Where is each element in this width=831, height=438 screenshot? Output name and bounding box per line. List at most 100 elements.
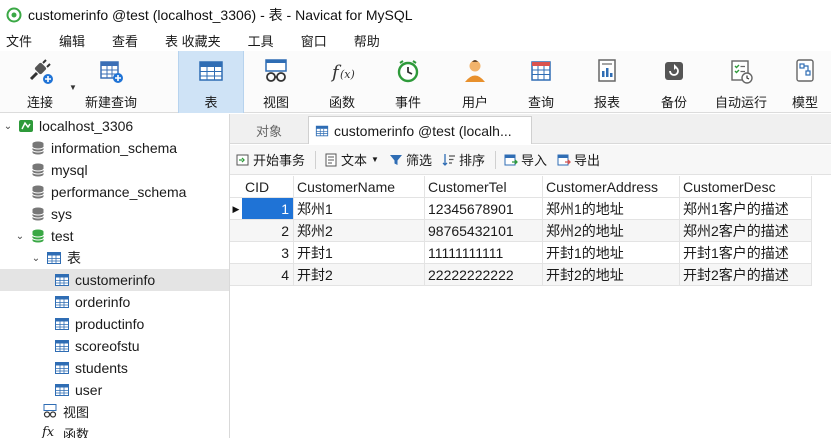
table-icon bbox=[55, 384, 69, 396]
mysql-connection-icon bbox=[19, 120, 33, 132]
tree-table-label: productinfo bbox=[75, 316, 145, 332]
view-button[interactable]: 视图 bbox=[246, 51, 306, 113]
cell-customeraddress[interactable]: 开封2的地址 bbox=[543, 264, 680, 286]
tree-table-productinfo[interactable]: productinfo bbox=[0, 313, 229, 335]
tree-db-label: information_schema bbox=[51, 140, 178, 156]
grid-header-row: CID CustomerName CustomerTel CustomerAdd… bbox=[230, 176, 812, 198]
new-query-button[interactable]: 新建查询 bbox=[78, 51, 144, 113]
cell-customertel[interactable]: 22222222222 bbox=[425, 264, 543, 286]
cell-customerdesc[interactable]: 开封2客户的描述 bbox=[680, 264, 812, 286]
menu-window[interactable]: 窗口 bbox=[301, 31, 327, 50]
tree-table-label: customerinfo bbox=[75, 272, 156, 288]
model-label: 模型 bbox=[791, 95, 818, 110]
cell-customertel[interactable]: 11111111111 bbox=[425, 242, 543, 264]
cell-customername[interactable]: 郑州1 bbox=[294, 198, 425, 220]
filter-button[interactable]: 筛选 bbox=[389, 150, 432, 169]
export-button[interactable]: 导出 bbox=[557, 150, 600, 169]
cell-cid[interactable]: 3 bbox=[242, 242, 294, 264]
cell-cid[interactable]: 2 bbox=[242, 220, 294, 242]
expand-chevron-icon[interactable]: ⌄ bbox=[14, 231, 26, 242]
expand-chevron-icon[interactable]: ⌄ bbox=[30, 253, 42, 264]
column-header-customertel[interactable]: CustomerTel bbox=[425, 176, 543, 198]
menu-favorites[interactable]: 表 收藏夹 bbox=[165, 31, 221, 50]
begin-transaction-button[interactable]: 开始事务 bbox=[236, 150, 305, 169]
expand-chevron-icon[interactable]: ⌄ bbox=[2, 121, 14, 132]
table-icon bbox=[315, 125, 329, 136]
column-header-customeraddress[interactable]: CustomerAddress bbox=[543, 176, 680, 198]
function-button[interactable]: f (x) 函数 bbox=[312, 51, 372, 113]
table-label: 表 bbox=[204, 95, 218, 110]
model-button[interactable]: 模型 bbox=[780, 51, 830, 113]
tree-table-customerinfo[interactable]: customerinfo bbox=[0, 269, 229, 291]
tree-table-user[interactable]: user bbox=[0, 379, 229, 401]
tree-table-orderinfo[interactable]: orderinfo bbox=[0, 291, 229, 313]
sort-button[interactable]: 排序 bbox=[442, 150, 485, 169]
cell-customerdesc[interactable]: 郑州2客户的描述 bbox=[680, 220, 812, 242]
cell-customertel[interactable]: 12345678901 bbox=[425, 198, 543, 220]
tree-tables-group[interactable]: ⌄ 表 bbox=[0, 247, 229, 269]
toolbar-divider bbox=[494, 150, 496, 169]
tree-table-label: students bbox=[75, 360, 128, 376]
table-row[interactable]: ▶ 1 郑州1 12345678901 郑州1的地址 郑州1客户的描述 bbox=[230, 198, 812, 220]
cell-customerdesc[interactable]: 开封1客户的描述 bbox=[680, 242, 812, 264]
tree-db-mysql[interactable]: mysql bbox=[0, 159, 229, 181]
export-table-icon bbox=[557, 154, 571, 165]
schedule-icon bbox=[731, 60, 753, 84]
column-header-cid[interactable]: CID bbox=[242, 176, 294, 198]
tree-functions-group[interactable]: fx 函数 bbox=[0, 422, 229, 438]
tab-customerinfo[interactable]: customerinfo @test (localh... bbox=[308, 116, 532, 144]
tree-views-group[interactable]: 视图 bbox=[0, 400, 229, 422]
table-icon bbox=[55, 318, 69, 330]
tree-views-label: 视图 bbox=[63, 404, 90, 420]
tree-db-label: mysql bbox=[51, 162, 88, 178]
backup-button[interactable]: 备份 bbox=[644, 51, 704, 113]
tree-db-label: test bbox=[51, 228, 74, 244]
auto-run-button[interactable]: 自动运行 bbox=[706, 51, 776, 113]
report-button[interactable]: 报表 bbox=[576, 51, 638, 113]
cell-customername[interactable]: 开封1 bbox=[294, 242, 425, 264]
table-toolbar: 开始事务 文本 ▼ 筛选 排序 导入 导出 bbox=[230, 145, 831, 175]
text-button[interactable]: 文本 ▼ bbox=[324, 150, 379, 169]
column-header-customerdesc[interactable]: CustomerDesc bbox=[680, 176, 812, 198]
table-row[interactable]: 3 开封1 11111111111 开封1的地址 开封1客户的描述 bbox=[230, 242, 812, 264]
tree-db-sys[interactable]: sys bbox=[0, 203, 229, 225]
tree-table-students[interactable]: students bbox=[0, 357, 229, 379]
tree-table-scoreofstu[interactable]: scoreofstu bbox=[0, 335, 229, 357]
cell-customertel[interactable]: 98765432101 bbox=[425, 220, 543, 242]
import-button[interactable]: 导入 bbox=[504, 150, 547, 169]
tree-tables-label: 表 bbox=[67, 250, 81, 266]
cell-customeraddress[interactable]: 郑州1的地址 bbox=[543, 198, 680, 220]
table-button[interactable]: 表 bbox=[178, 51, 244, 113]
window-title: customerinfo @test (localhost_3306) - 表 … bbox=[28, 6, 413, 23]
menu-edit[interactable]: 编辑 bbox=[59, 31, 85, 50]
cell-cid[interactable]: 1 bbox=[242, 198, 294, 220]
menu-view[interactable]: 查看 bbox=[112, 31, 138, 50]
table-row[interactable]: 4 开封2 22222222222 开封2的地址 开封2客户的描述 bbox=[230, 264, 812, 286]
cell-customeraddress[interactable]: 开封1的地址 bbox=[543, 242, 680, 264]
row-marker bbox=[230, 242, 242, 264]
connect-button[interactable]: 连接 bbox=[8, 51, 72, 113]
menu-tools[interactable]: 工具 bbox=[248, 31, 274, 50]
event-button[interactable]: 事件 bbox=[378, 51, 438, 113]
column-header-customername[interactable]: CustomerName bbox=[294, 176, 425, 198]
query-button[interactable]: 查询 bbox=[511, 51, 571, 113]
tree-db-performance-schema[interactable]: performance_schema bbox=[0, 181, 229, 203]
connect-dropdown-caret-icon[interactable]: ▼ bbox=[69, 83, 77, 92]
table-row[interactable]: 2 郑州2 98765432101 郑州2的地址 郑州2客户的描述 bbox=[230, 220, 812, 242]
tab-objects[interactable]: 对象 bbox=[230, 116, 308, 144]
user-button[interactable]: 用户 bbox=[444, 51, 506, 113]
menu-file[interactable]: 文件 bbox=[6, 31, 32, 50]
table-icon bbox=[55, 296, 69, 308]
row-marker bbox=[230, 264, 242, 286]
cell-customername[interactable]: 开封2 bbox=[294, 264, 425, 286]
cell-cid[interactable]: 4 bbox=[242, 264, 294, 286]
menu-help[interactable]: 帮助 bbox=[354, 31, 380, 50]
tree-db-test[interactable]: ⌄ test bbox=[0, 225, 229, 247]
cell-customerdesc[interactable]: 郑州1客户的描述 bbox=[680, 198, 812, 220]
cell-customername[interactable]: 郑州2 bbox=[294, 220, 425, 242]
text-dropdown-caret-icon[interactable]: ▼ bbox=[371, 155, 379, 164]
tree-connection-localhost[interactable]: ⌄ localhost_3306 bbox=[0, 115, 229, 137]
report-icon bbox=[598, 59, 616, 82]
cell-customeraddress[interactable]: 郑州2的地址 bbox=[543, 220, 680, 242]
tree-db-information-schema[interactable]: information_schema bbox=[0, 137, 229, 159]
